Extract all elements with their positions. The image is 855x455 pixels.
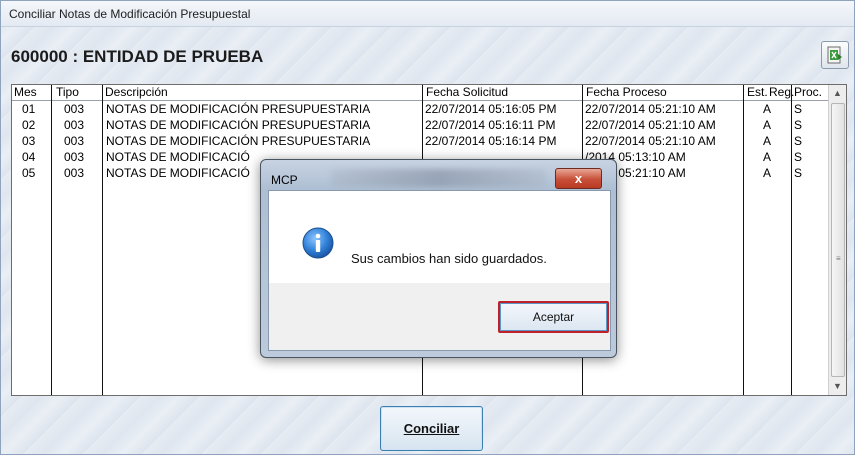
cell-tipo: 003 bbox=[64, 134, 85, 148]
col-divider bbox=[791, 85, 792, 395]
main-window: Conciliar Notas de Modificación Presupue… bbox=[0, 0, 855, 455]
dialog-title: MCP bbox=[271, 173, 298, 187]
col-header-mes[interactable]: Mes bbox=[14, 85, 37, 100]
col-header-tipo[interactable]: Tipo bbox=[56, 85, 79, 100]
cell-mes: 02 bbox=[22, 118, 36, 132]
cell-reg: S bbox=[794, 102, 803, 116]
vertical-scrollbar[interactable]: ▲ ≡ ▼ bbox=[828, 85, 846, 395]
cell-est: A bbox=[763, 134, 772, 148]
cell-est: A bbox=[763, 118, 772, 132]
blurred-background-text bbox=[331, 169, 546, 187]
dialog-message: Sus cambios han sido guardados. bbox=[351, 251, 547, 266]
scroll-up-icon[interactable]: ▲ bbox=[829, 85, 846, 102]
cell-fecha-solicitud: 22/07/2014 05:16:05 PM bbox=[425, 102, 557, 116]
cell-descripcion: NOTAS DE MODIFICACIÓN PRESUPUESTARIA bbox=[106, 118, 371, 132]
accept-button-label: Aceptar bbox=[532, 310, 575, 324]
cell-tipo: 003 bbox=[64, 102, 85, 116]
cell-descripcion: NOTAS DE MODIFICACIÓ bbox=[106, 166, 250, 180]
cell-fecha-proceso: 22/07/2014 05:21:10 AM bbox=[585, 134, 716, 148]
cell-reg: S bbox=[794, 134, 803, 148]
cell-fecha-proceso: 22/07/2014 05:21:10 AM bbox=[585, 102, 716, 116]
dialog-body: Sus cambios han sido guardados. Aceptar bbox=[268, 190, 611, 351]
accept-button[interactable]: Aceptar bbox=[498, 301, 609, 333]
info-icon bbox=[302, 227, 334, 259]
cell-tipo: 003 bbox=[64, 150, 85, 164]
cell-mes: 04 bbox=[22, 150, 36, 164]
message-dialog: MCP x Sus cambios han sido guardados. Ac… bbox=[260, 159, 617, 358]
entity-title: 600000 : ENTIDAD DE PRUEBA bbox=[11, 47, 264, 66]
col-divider bbox=[51, 85, 52, 395]
cell-mes: 05 bbox=[22, 166, 36, 180]
conciliar-button[interactable]: Conciliar bbox=[380, 406, 483, 451]
conciliar-button-label: Conciliar bbox=[403, 421, 460, 436]
cell-mes: 01 bbox=[22, 102, 36, 116]
scroll-down-icon[interactable]: ▼ bbox=[829, 378, 846, 395]
col-header-fecha-proceso[interactable]: Fecha Proceso bbox=[586, 85, 667, 100]
dialog-message-area: Sus cambios han sido guardados. bbox=[269, 191, 610, 283]
cell-fecha-solicitud: 22/07/2014 05:16:11 PM bbox=[425, 118, 556, 132]
window-title: Conciliar Notas de Modificación Presupue… bbox=[9, 7, 251, 21]
col-header-est[interactable]: Est. bbox=[747, 85, 768, 100]
cell-descripcion: NOTAS DE MODIFICACIÓN PRESUPUESTARIA bbox=[106, 102, 371, 116]
cell-fecha-proceso: 22/07/2014 05:21:10 AM bbox=[585, 118, 716, 132]
scroll-grip-icon: ≡ bbox=[836, 254, 841, 263]
title-bar: Conciliar Notas de Modificación Presupue… bbox=[1, 1, 854, 27]
col-header-proc[interactable]: Proc. bbox=[794, 85, 822, 100]
col-header-descripcion[interactable]: Descripción bbox=[105, 85, 168, 100]
export-excel-button[interactable] bbox=[821, 41, 849, 69]
excel-export-icon bbox=[827, 46, 842, 64]
cell-descripcion: NOTAS DE MODIFICACIÓ bbox=[106, 150, 250, 164]
cell-reg: S bbox=[794, 166, 803, 180]
cell-reg: S bbox=[794, 150, 803, 164]
col-divider bbox=[743, 85, 744, 395]
cell-reg: S bbox=[794, 118, 803, 132]
col-divider bbox=[102, 85, 103, 395]
scroll-thumb[interactable]: ≡ bbox=[831, 103, 845, 377]
close-icon[interactable]: x bbox=[555, 168, 602, 189]
cell-fecha-solicitud: 22/07/2014 05:16:14 PM bbox=[425, 134, 557, 148]
cell-est: A bbox=[763, 102, 772, 116]
cell-tipo: 003 bbox=[64, 118, 85, 132]
cell-mes: 03 bbox=[22, 134, 36, 148]
col-header-fecha-solicitud[interactable]: Fecha Solicitud bbox=[426, 85, 508, 100]
cell-est: A bbox=[763, 166, 772, 180]
cell-est: A bbox=[763, 150, 772, 164]
cell-tipo: 003 bbox=[64, 166, 85, 180]
cell-descripcion: NOTAS DE MODIFICACIÓN PRESUPUESTARIA bbox=[106, 134, 371, 148]
header-divider bbox=[12, 100, 829, 101]
